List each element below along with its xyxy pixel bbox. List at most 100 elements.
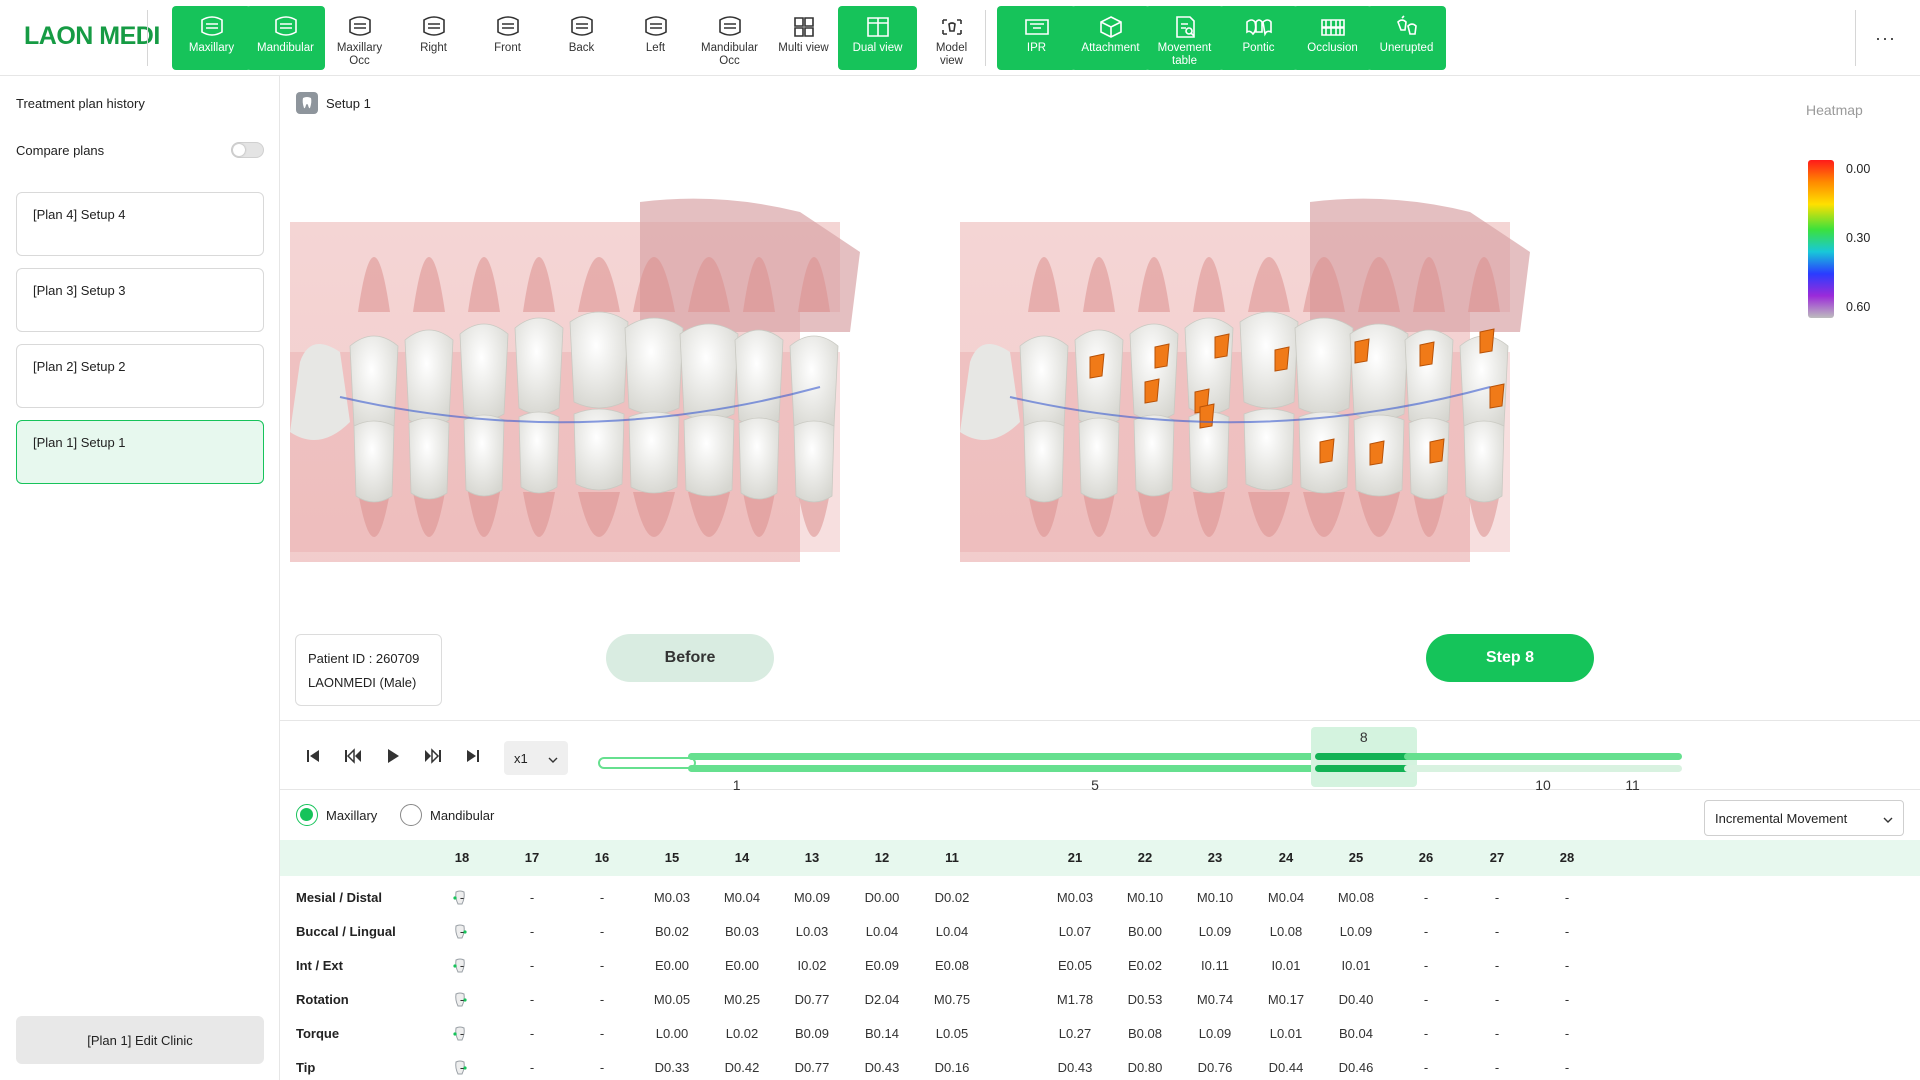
tool-front-button[interactable]: Front: [468, 6, 547, 70]
movement-mode-select[interactable]: Incremental Movement: [1704, 800, 1904, 836]
tooth-column-header: 12: [874, 850, 890, 865]
step-8[interactable]: 8: [1310, 727, 1417, 787]
tool-label: Movement table: [1157, 42, 1212, 67]
table-cell: -: [599, 1060, 605, 1075]
step-jaw-model[interactable]: [950, 152, 1670, 612]
more-options-icon[interactable]: ···: [1875, 28, 1896, 49]
occlusion-icon: [1320, 19, 1345, 36]
tooth-shape: [679, 323, 739, 421]
plan-item-3[interactable]: [Plan 3] Setup 3: [16, 268, 264, 332]
tool-maxillary-button[interactable]: Maxillary: [172, 6, 251, 70]
pontic-icon: [1245, 19, 1272, 37]
table-cell: B0.04: [1339, 1026, 1373, 1041]
tooth-column-header: 11: [945, 850, 959, 865]
table-cell: -: [459, 924, 465, 939]
table-cell: -: [1564, 1026, 1570, 1041]
row-label: Int / Ext: [296, 958, 343, 973]
table-cell: D0.77: [794, 1060, 830, 1075]
toolbar-divider: [985, 10, 986, 66]
table-cell: -: [1423, 992, 1429, 1007]
step-9[interactable]: [1404, 735, 1503, 783]
heatmap-gradient: [1808, 160, 1834, 318]
dual-3d-viewer[interactable]: Setup 1 Heatmap 0.00 0.30 0.60 Patient I…: [280, 76, 1920, 720]
tool-label: Maxillary Occ: [336, 42, 383, 67]
table-cell: L0.03: [795, 924, 829, 939]
tooth-column-header: 25: [1348, 850, 1364, 865]
edit-clinic-button[interactable]: [Plan 1] Edit Clinic: [16, 1016, 264, 1064]
table-cell: E0.02: [1128, 958, 1162, 973]
step-lower-track: [1583, 765, 1682, 772]
skip-to-start-icon[interactable]: [302, 745, 324, 767]
tool-ipr-button[interactable]: IPR: [997, 6, 1076, 70]
table-cell: L0.02: [725, 1026, 759, 1041]
step-7[interactable]: [1225, 735, 1324, 783]
tool-movement-table-button[interactable]: Movement table: [1145, 6, 1224, 70]
step-4[interactable]: [956, 735, 1055, 783]
tool-pontic-button[interactable]: Pontic: [1219, 6, 1298, 70]
heatmap-legend: Heatmap 0.00 0.30 0.60: [1784, 76, 1920, 336]
tool-label: Dual view: [852, 42, 903, 54]
table-cell: L0.27: [1058, 1026, 1092, 1041]
table-cell: E0.00: [725, 958, 759, 973]
top-toolbar: LAON MEDI Maxillary Mandibular Maxillary O…: [0, 0, 1920, 76]
table-cell: M1.78: [1056, 992, 1094, 1007]
tooth-column-header: 27: [1489, 850, 1505, 865]
tool-model-view-button[interactable]: Model view: [912, 6, 991, 70]
plan-item-4[interactable]: [Plan 4] Setup 4: [16, 192, 264, 256]
skip-to-end-icon[interactable]: [462, 745, 484, 767]
step-10[interactable]: 10: [1494, 735, 1592, 793]
row-label: Buccal / Lingual: [296, 924, 396, 939]
plan-item-2[interactable]: [Plan 2] Setup 2: [16, 344, 264, 408]
step-lower-track: [1225, 765, 1324, 772]
maxillary-radio[interactable]: Maxillary: [296, 804, 377, 826]
tool-maxillary-occ-button[interactable]: Maxillary Occ: [320, 6, 399, 70]
table-cell: B0.00: [1128, 924, 1162, 939]
playback-speed-select[interactable]: x1: [504, 741, 568, 775]
tool-dual-view-button[interactable]: Dual view: [838, 6, 917, 70]
step-forward-icon[interactable]: [422, 745, 444, 767]
table-cell: D0.80: [1127, 1060, 1163, 1075]
step-6[interactable]: [1135, 735, 1234, 783]
table-cell: -: [1494, 924, 1500, 939]
step-0[interactable]: [598, 735, 696, 783]
tool-multi-view-button[interactable]: Multi view: [764, 6, 843, 70]
step-back-icon[interactable]: [342, 745, 364, 767]
tool-mandibular-occ-button[interactable]: Mandibular Occ: [690, 6, 769, 70]
mandibular-radio[interactable]: Mandibular: [400, 804, 494, 826]
plan-item-1[interactable]: [Plan 1] Setup 1: [16, 420, 264, 484]
table-cell: D0.33: [654, 1060, 690, 1075]
tool-occlusion-button[interactable]: Occlusion: [1293, 6, 1372, 70]
movement-table: 18 17 16 15 14 13 12 11 21 22 23 24 25 26 27 28 Mesial …: [280, 840, 1920, 1080]
sidebar-title: Treatment plan history: [16, 96, 145, 111]
before-jaw-model[interactable]: [280, 152, 1000, 612]
table-cell: M0.08: [1337, 890, 1375, 905]
unerupted-icon: [1396, 15, 1417, 35]
tooth-shape: [738, 417, 780, 500]
table-cell: M0.10: [1126, 890, 1164, 905]
step-11[interactable]: 11: [1583, 735, 1682, 793]
step-lower-track: [777, 765, 876, 772]
table-cell: M0.03: [653, 890, 691, 905]
table-cell: L0.01: [1269, 1026, 1303, 1041]
play-icon[interactable]: [382, 745, 404, 767]
attachment-marker: [1489, 383, 1505, 409]
step-3[interactable]: [866, 735, 965, 783]
tool-right-button[interactable]: Right: [394, 6, 473, 70]
step-1[interactable]: 1: [687, 735, 786, 793]
step-upper-track: [687, 753, 786, 760]
tool-back-button[interactable]: Back: [542, 6, 621, 70]
table-cell: -: [1494, 890, 1500, 905]
attachment-marker: [1369, 440, 1385, 466]
tool-left-button[interactable]: Left: [616, 6, 695, 70]
step-5[interactable]: 5: [1046, 735, 1144, 793]
step-lower-track: [956, 765, 1055, 772]
step-2[interactable]: [777, 735, 876, 783]
compare-plans-toggle[interactable]: [231, 142, 264, 158]
patient-info-card: Patient ID : 260709 LAONMEDI (Male): [295, 634, 442, 706]
table-cell: L0.09: [1198, 924, 1232, 939]
tool-mandibular-button[interactable]: Mandibular: [246, 6, 325, 70]
tool-attachment-button[interactable]: Attachment: [1071, 6, 1150, 70]
table-cell: D0.76: [1197, 1060, 1233, 1075]
tool-unerupted-button[interactable]: Unerupted: [1367, 6, 1446, 70]
tooth-shape: [514, 317, 564, 415]
